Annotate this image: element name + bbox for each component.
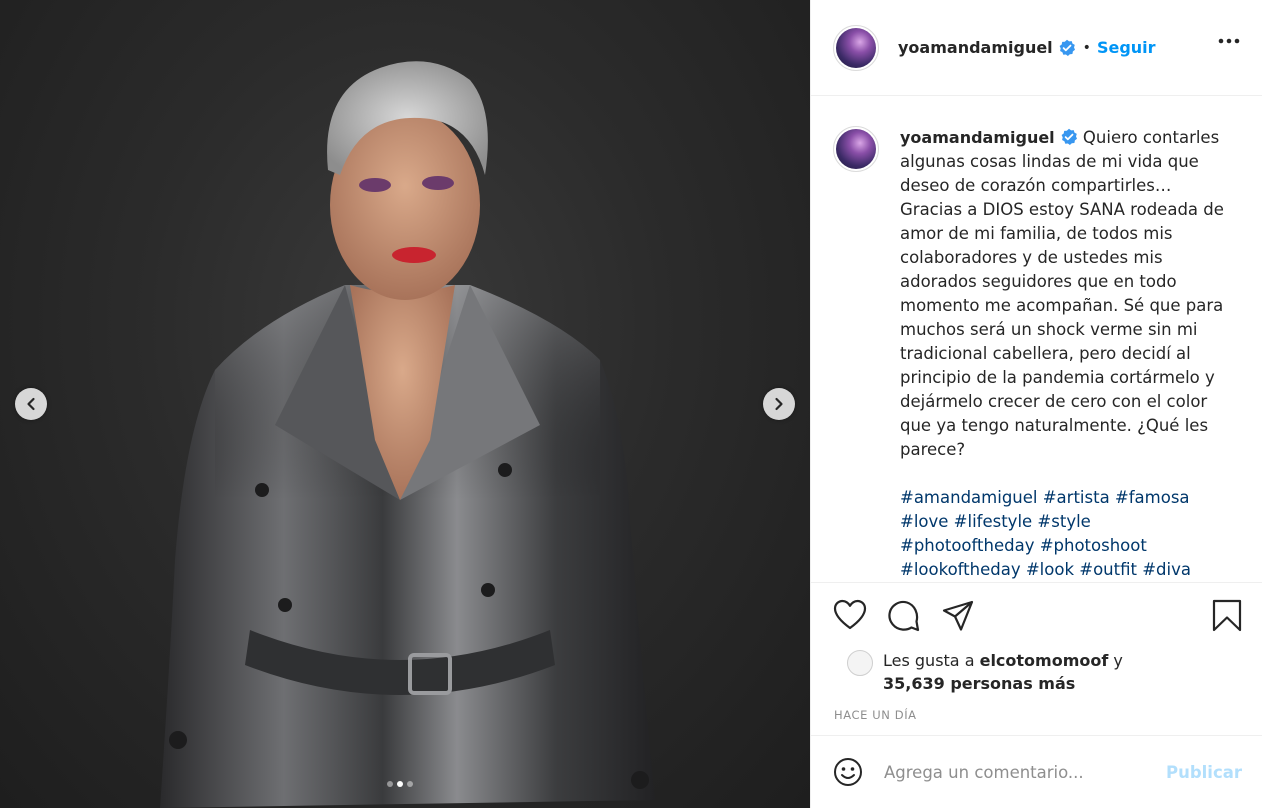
- previous-photo-button[interactable]: [15, 388, 47, 420]
- next-photo-button[interactable]: [763, 388, 795, 420]
- caption-author-avatar[interactable]: [833, 126, 879, 172]
- carousel-dot: [407, 781, 413, 787]
- bookmark-icon[interactable]: [1211, 599, 1243, 633]
- caption-username[interactable]: yoamandamiguel: [900, 128, 1055, 147]
- post-timestamp[interactable]: HACE UN DÍA: [811, 705, 1262, 736]
- author-avatar[interactable]: [833, 24, 879, 71]
- verified-badge-icon: [1061, 128, 1077, 145]
- likes-prefix: Les gusta a: [883, 651, 975, 670]
- follow-button[interactable]: Seguir: [1097, 38, 1156, 57]
- comments-section[interactable]: yoamandamiguel Quiero contarles algunas …: [811, 96, 1262, 583]
- comment-composer: Publicar: [811, 736, 1262, 808]
- woman-in-metallic-trench-coat-image: [160, 61, 655, 808]
- likes-summary: Les gusta a elcotomomoof y 35,639 person…: [811, 649, 1262, 705]
- likes-count[interactable]: 35,639 personas más: [883, 674, 1075, 693]
- liker-username[interactable]: elcotomomoof: [980, 651, 1109, 670]
- chevron-left-icon: [27, 397, 35, 411]
- post-photo: [0, 0, 810, 808]
- likes-text: Les gusta a elcotomomoof y 35,639 person…: [883, 649, 1123, 695]
- publish-button[interactable]: Publicar: [1166, 763, 1242, 782]
- share-icon[interactable]: [941, 599, 975, 633]
- verified-badge-icon: [1059, 39, 1075, 56]
- comment-icon[interactable]: [887, 599, 921, 633]
- carousel-dot-active: [397, 781, 403, 787]
- instagram-post: yoamandamiguel • Seguir yoamandamiguel Q…: [0, 0, 1262, 808]
- caption-hashtags[interactable]: #amandamiguel #artista #famosa #love #li…: [900, 486, 1230, 582]
- post-side-panel: yoamandamiguel • Seguir yoamandamiguel Q…: [810, 0, 1262, 808]
- emoji-icon[interactable]: [833, 757, 863, 787]
- comment-input[interactable]: [884, 762, 1154, 782]
- action-bar: [811, 583, 1262, 649]
- carousel-indicator: [387, 781, 413, 787]
- author-username[interactable]: yoamandamiguel: [898, 38, 1053, 57]
- carousel-dot: [387, 781, 393, 787]
- post-caption: yoamandamiguel Quiero contarles algunas …: [900, 126, 1230, 582]
- heart-icon[interactable]: [833, 599, 867, 631]
- post-header: yoamandamiguel • Seguir: [811, 0, 1262, 96]
- liker-avatar[interactable]: [847, 650, 873, 676]
- caption-text: Quiero contarles algunas cosas lindas de…: [900, 128, 1224, 459]
- likes-and: y: [1113, 651, 1123, 670]
- header-separator: •: [1082, 39, 1091, 56]
- more-options-icon[interactable]: [1218, 38, 1240, 44]
- chevron-right-icon: [775, 397, 783, 411]
